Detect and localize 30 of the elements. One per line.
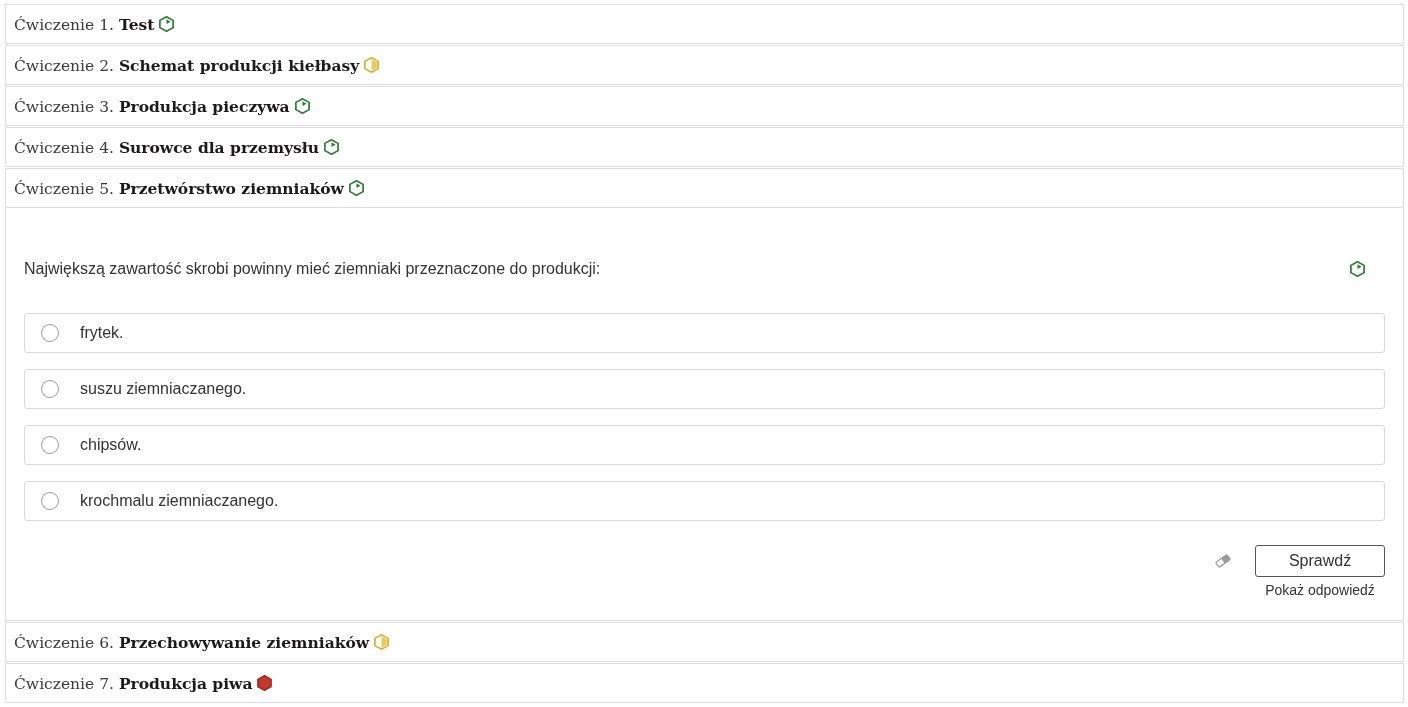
radio-button[interactable] <box>41 492 59 510</box>
exercise-title: Ćwiczenie 1. Test <box>14 14 155 34</box>
answer-option[interactable]: frytek. <box>24 313 1385 353</box>
exercise-title: Ćwiczenie 5. Przetwórstwo ziemniaków <box>14 178 344 198</box>
exercise-header[interactable]: Ćwiczenie 1. Test <box>5 4 1404 44</box>
exercise-title: Ćwiczenie 4. Surowce dla przemysłu <box>14 137 320 157</box>
exercise-header[interactable]: Ćwiczenie 4. Surowce dla przemysłu <box>5 127 1404 167</box>
option-label: frytek. <box>80 324 124 342</box>
eraser-icon[interactable] <box>1215 554 1231 568</box>
check-button[interactable]: Sprawdź <box>1255 545 1385 577</box>
show-answer-link[interactable]: Pokaż odpowiedź <box>1265 582 1375 598</box>
option-label: suszu ziemniaczanego. <box>80 380 247 398</box>
exercise-header[interactable]: Ćwiczenie 6. Przechowywanie ziemniaków <box>5 622 1404 662</box>
exercise-title: Ćwiczenie 3. Produkcja pieczywa <box>14 96 290 116</box>
radio-button[interactable] <box>41 436 59 454</box>
exercise-header[interactable]: Ćwiczenie 2. Schemat produkcji kiełbasy <box>5 45 1404 85</box>
exercise-header[interactable]: Ćwiczenie 3. Produkcja pieczywa <box>5 86 1404 126</box>
option-label: chipsów. <box>80 436 142 454</box>
exercise-title: Ćwiczenie 7. Produkcja piwa <box>14 673 253 693</box>
exercise-title: Ćwiczenie 2. Schemat produkcji kiełbasy <box>14 55 360 75</box>
radio-button[interactable] <box>41 324 59 342</box>
exercise-header[interactable]: Ćwiczenie 5. Przetwórstwo ziemniaków <box>5 168 1404 208</box>
exercise-title: Ćwiczenie 6. Przechowywanie ziemniaków <box>14 632 370 652</box>
exercise-header[interactable]: Ćwiczenie 7. Produkcja piwa <box>5 663 1404 703</box>
question-text: Największą zawartość skrobi powinny mieć ziemniaki przeznaczone do produkcji: <box>24 259 601 279</box>
answer-option[interactable]: krochmalu ziemniaczanego. <box>24 481 1385 521</box>
radio-button[interactable] <box>41 380 59 398</box>
option-label: krochmalu ziemniaczanego. <box>80 492 279 510</box>
answer-option[interactable]: suszu ziemniaczanego. <box>24 369 1385 409</box>
answer-option[interactable]: chipsów. <box>24 425 1385 465</box>
